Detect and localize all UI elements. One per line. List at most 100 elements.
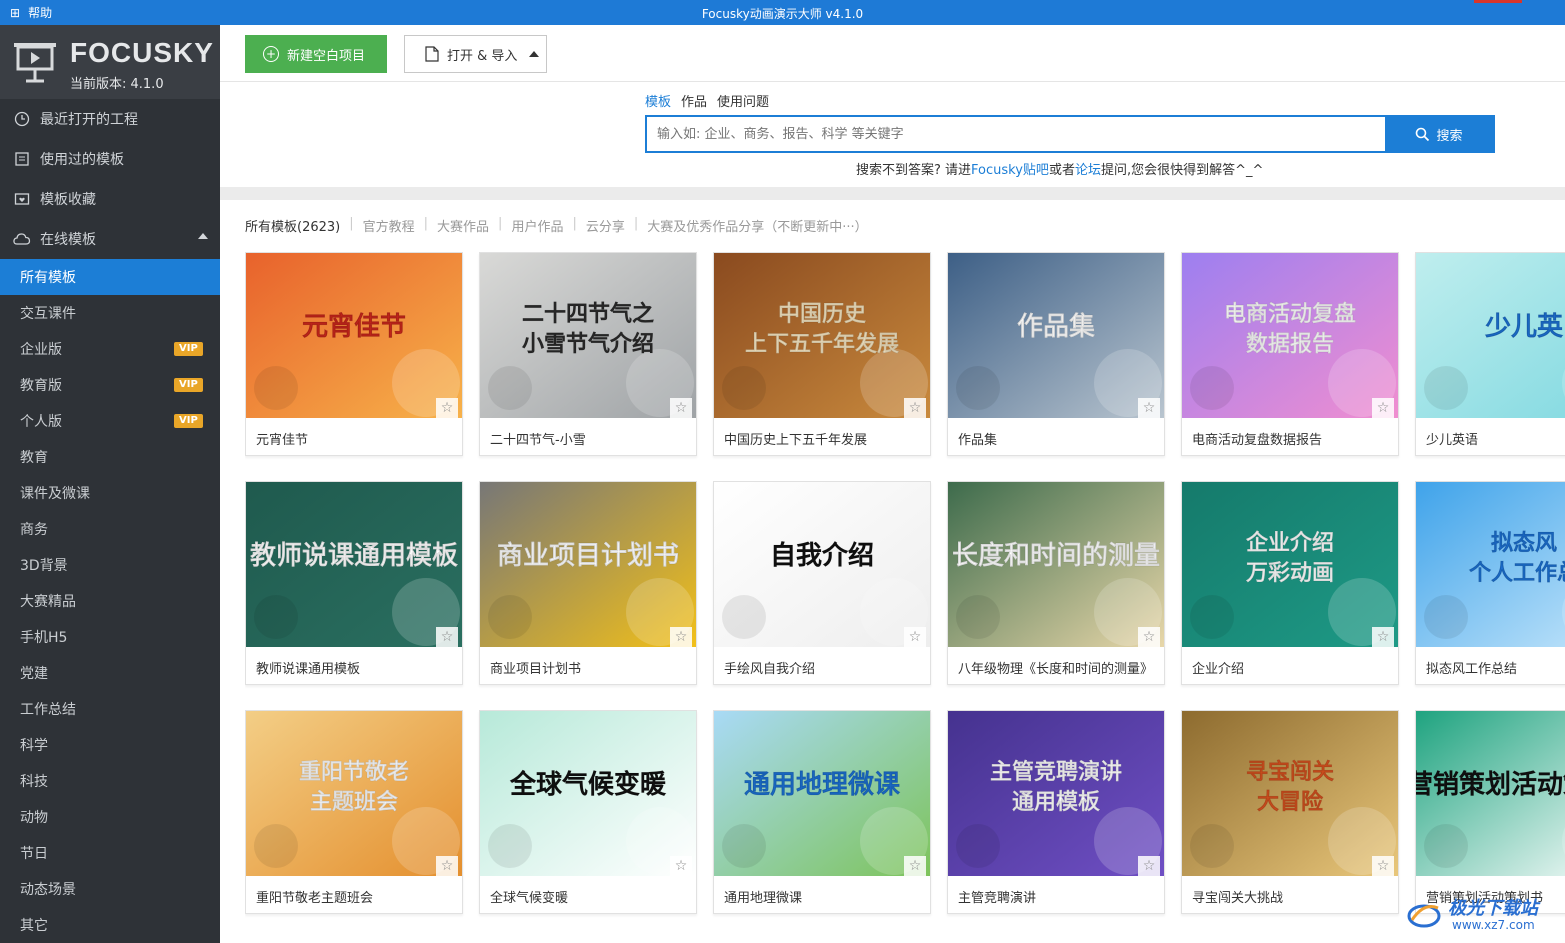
template-thumbnail[interactable]: 通用地理微课 [714,711,930,876]
template-card[interactable]: 拟态风个人工作总☆拟态风工作总结 [1415,481,1565,685]
favorite-star-icon[interactable]: ☆ [670,398,692,418]
favorite-star-icon[interactable]: ☆ [436,627,458,647]
sidebar-item-cloud[interactable]: 在线模板 [0,219,220,259]
template-card[interactable]: 全球气候变暖 ☆ 全球气候变暖 [479,710,697,914]
template-thumbnail[interactable]: 寻宝闯关 大冒险 [1182,711,1398,876]
template-title: 少儿英语 [1426,433,1479,448]
template-card[interactable]: 营销策划活动策划书☆营销策划活动策划书 [1415,710,1565,914]
template-card[interactable]: 作品集 ☆ 作品集 [947,252,1165,456]
caret-up-icon[interactable] [198,233,208,239]
favorite-star-icon[interactable]: ☆ [1372,398,1394,418]
sidebar-category-item[interactable]: 节日 [0,835,220,871]
favorite-star-icon[interactable]: ☆ [670,856,692,876]
search-button[interactable]: 搜索 [1385,117,1493,151]
template-thumbnail[interactable]: 重阳节敬老 主题班会 [246,711,462,876]
filter-tab[interactable]: 官方教程 [363,216,415,235]
template-thumbnail[interactable]: 元宵佳节 [246,253,462,418]
close-button[interactable] [1474,0,1522,3]
sidebar-category-item[interactable]: 科学 [0,727,220,763]
forum-link[interactable]: 论坛 [1075,163,1101,178]
sidebar-category-item[interactable]: 教育版 VIP [0,367,220,403]
search-tab-questions[interactable]: 使用问题 [717,91,769,110]
sidebar-category-item[interactable]: 动物 [0,799,220,835]
sidebar: FOCUSKY 当前版本: 4.1.0 最近打开的工程 使用过的模板 模板收藏 在线模… [0,25,220,943]
favorite-star-icon[interactable]: ☆ [436,856,458,876]
favorite-star-icon[interactable]: ☆ [1138,627,1160,647]
sidebar-category-item[interactable]: 商务 [0,511,220,547]
filter-tab[interactable]: 用户作品 [511,216,563,235]
template-card[interactable]: 寻宝闯关 大冒险 ☆ 寻宝闯关大挑战 [1181,710,1399,914]
sidebar-category-item[interactable]: 3D背景 [0,547,220,583]
sidebar-item-clock[interactable]: 最近打开的工程 [0,99,220,139]
template-thumbnail[interactable]: 电商活动复盘 数据报告 [1182,253,1398,418]
template-thumbnail[interactable]: 全球气候变暖 [480,711,696,876]
sidebar-category-item[interactable]: 课件及微课 [0,475,220,511]
version-label: 当前版本: 4.1.0 [70,77,164,92]
template-card[interactable]: 电商活动复盘 数据报告 ☆ 电商活动复盘数据报告 [1181,252,1399,456]
search-input[interactable] [647,117,1385,151]
sidebar-category-item[interactable]: 企业版 VIP [0,331,220,367]
filter-tab[interactable]: 所有模板(2623) [245,216,340,235]
svg-text:寻宝闯关: 寻宝闯关 [1246,759,1334,785]
sidebar-category-item[interactable]: 其它 [0,907,220,943]
template-card[interactable]: 主管竞聘演讲 通用模板 ☆ 主管竞聘演讲 [947,710,1165,914]
favorite-star-icon[interactable]: ☆ [436,398,458,418]
template-thumbnail[interactable]: 少儿英 [1416,253,1565,418]
template-card[interactable]: 企业介绍 万彩动画 ☆ 企业介绍 [1181,481,1399,685]
sidebar-item-heart-folder[interactable]: 模板收藏 [0,179,220,219]
sidebar-category-item[interactable]: 党建 [0,655,220,691]
filter-tab[interactable]: 大赛及优秀作品分享（不断更新中···） [647,216,867,235]
filter-tab[interactable]: 大赛作品 [437,216,489,235]
template-thumbnail[interactable]: 教师说课通用模板 [246,482,462,647]
template-thumbnail[interactable]: 自我介绍 [714,482,930,647]
search-tab-works[interactable]: 作品 [681,91,707,110]
search-tab-templates[interactable]: 模板 [645,91,671,110]
template-card[interactable]: 少儿英☆少儿英语 [1415,252,1565,456]
favorite-star-icon[interactable]: ☆ [1372,856,1394,876]
template-card[interactable]: 重阳节敬老 主题班会 ☆ 重阳节敬老主题班会 [245,710,463,914]
favorite-star-icon[interactable]: ☆ [904,856,926,876]
sidebar-item-label: 使用过的模板 [40,152,124,168]
template-card[interactable]: 通用地理微课 ☆ 通用地理微课 [713,710,931,914]
template-thumbnail[interactable]: 作品集 [948,253,1164,418]
hint-suffix: 提问,您会很快得到解答^_^ [1100,163,1264,178]
template-card[interactable]: 元宵佳节 ☆ 元宵佳节 [245,252,463,456]
favorite-star-icon[interactable]: ☆ [904,627,926,647]
sidebar-category-item[interactable]: 交互课件 [0,295,220,331]
template-card[interactable]: 二十四节气之 小雪节气介绍 ☆ 二十四节气-小雪 [479,252,697,456]
template-thumbnail[interactable]: 二十四节气之 小雪节气介绍 [480,253,696,418]
template-card[interactable]: 长度和时间的测量 ☆ 八年级物理《长度和时间的测量》 [947,481,1165,685]
sidebar-category-item[interactable]: 教育 [0,439,220,475]
template-thumbnail[interactable]: 长度和时间的测量 [948,482,1164,647]
favorite-star-icon[interactable]: ☆ [1138,398,1160,418]
new-project-button[interactable]: + 新建空白项目 [245,35,387,73]
template-thumbnail[interactable]: 营销策划活动策划书 [1416,711,1565,876]
sidebar-category-item[interactable]: 手机H5 [0,619,220,655]
open-import-button[interactable]: 打开 & 导入 [404,35,547,73]
sidebar-category-item[interactable]: 科技 [0,763,220,799]
template-thumbnail[interactable]: 中国历史 上下五千年发展 [714,253,930,418]
template-title: 企业介绍 [1192,662,1245,677]
template-thumbnail[interactable]: 商业项目计划书 [480,482,696,647]
sidebar-item-template[interactable]: 使用过的模板 [0,139,220,179]
template-thumbnail[interactable]: 主管竞聘演讲 通用模板 [948,711,1164,876]
search-box: 搜索 [645,115,1495,153]
favorite-star-icon[interactable]: ☆ [904,398,926,418]
favorite-star-icon[interactable]: ☆ [670,627,692,647]
sidebar-category-item[interactable]: 大赛精品 [0,583,220,619]
favorite-star-icon[interactable]: ☆ [1138,856,1160,876]
filter-tab[interactable]: 云分享 [586,216,625,235]
template-card[interactable]: 商业项目计划书 ☆ 商业项目计划书 [479,481,697,685]
sidebar-category-item[interactable]: 个人版 VIP [0,403,220,439]
sidebar-category-item[interactable]: 工作总结 [0,691,220,727]
sidebar-item-label: 最近打开的工程 [40,112,138,128]
sidebar-category-item[interactable]: 动态场景 [0,871,220,907]
favorite-star-icon[interactable]: ☆ [1372,627,1394,647]
sidebar-category-item[interactable]: 所有模板 [0,259,220,295]
template-card[interactable]: 教师说课通用模板 ☆ 教师说课通用模板 [245,481,463,685]
template-card[interactable]: 自我介绍 ☆ 手绘风自我介绍 [713,481,931,685]
template-card[interactable]: 中国历史 上下五千年发展 ☆ 中国历史上下五千年发展 [713,252,931,456]
template-thumbnail[interactable]: 企业介绍 万彩动画 [1182,482,1398,647]
tieba-link[interactable]: Focusky贴吧 [971,163,1049,178]
template-thumbnail[interactable]: 拟态风个人工作总 [1416,482,1565,647]
